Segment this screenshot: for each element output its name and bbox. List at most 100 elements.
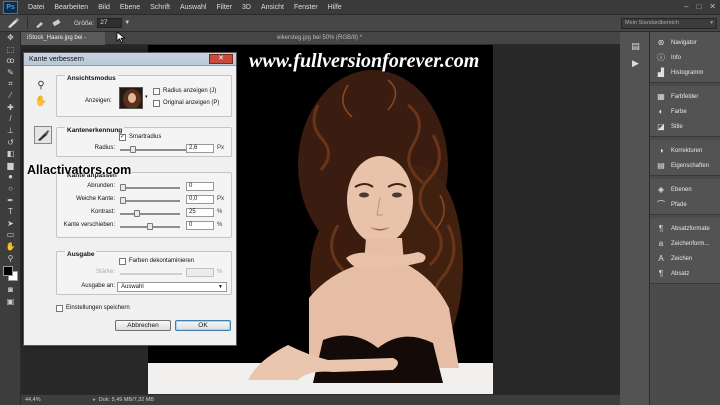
maximize-button[interactable]: □	[696, 2, 701, 11]
menu-bild[interactable]: Bild	[93, 4, 115, 11]
expand-panels-icon[interactable]: ▤	[627, 38, 644, 54]
adjust-row-input[interactable]: 0	[186, 221, 214, 230]
panel-item-character-styles[interactable]: a Zeichenform...	[650, 236, 720, 251]
zoom-tool[interactable]: ⚲	[0, 252, 21, 264]
show-radius-checkbox[interactable]	[153, 88, 160, 95]
panel-item-layers[interactable]: ◈ Ebenen	[650, 182, 720, 197]
menu-fenster[interactable]: Fenster	[289, 4, 323, 11]
lasso-tool[interactable]: ꝏ	[0, 55, 21, 67]
view-thumbnail[interactable]	[119, 87, 143, 109]
zoom-level[interactable]: 44,4%	[25, 397, 55, 403]
paragraph-styles-icon: ¶	[658, 224, 664, 233]
pen-tool[interactable]: ✒	[0, 194, 21, 206]
type-tool[interactable]: T	[0, 206, 21, 218]
minimize-button[interactable]: –	[684, 2, 688, 11]
eyedropper-tool[interactable]: ⁄	[0, 90, 21, 102]
radius-input[interactable]: 2,6	[186, 144, 214, 153]
decontaminate-checkbox[interactable]	[119, 258, 126, 265]
brush-tool[interactable]: /	[0, 113, 21, 125]
adjust-row-slider[interactable]	[120, 197, 180, 204]
panel-item-swatches[interactable]: ▦ Farbfelder	[650, 89, 720, 104]
panel-item-character[interactable]: A Zeichen	[650, 251, 720, 266]
menu-filter[interactable]: Filter	[211, 4, 237, 11]
move-tool[interactable]: ✥	[0, 32, 21, 44]
show-original-checkbox[interactable]	[153, 100, 160, 107]
panel-item-adjustments[interactable]: ◑ Korrekturen	[650, 143, 720, 158]
chevron-down-icon: ▾	[710, 20, 713, 26]
dialog-close-button[interactable]: ✕	[209, 54, 233, 64]
panel-item-label: Farbe	[671, 108, 687, 115]
brush-preset-icon[interactable]	[3, 17, 23, 30]
marquee-tool[interactable]: ⬚	[0, 44, 21, 56]
cancel-button[interactable]: Abbrechen	[115, 320, 171, 331]
hand-tool[interactable]: ✋	[0, 241, 21, 253]
adjust-row-input[interactable]: 25	[186, 208, 214, 217]
adjust-row-slider[interactable]	[120, 210, 180, 217]
eraser-brush-icon[interactable]	[50, 17, 62, 29]
output-to-select[interactable]: Auswahl ▼	[117, 282, 227, 292]
slider-knob[interactable]	[129, 146, 136, 153]
chevron-down-icon[interactable]: ▼	[124, 20, 130, 26]
quick-select-tool[interactable]: ✎	[0, 67, 21, 79]
menu-ansicht[interactable]: Ansicht	[256, 4, 289, 11]
adjust-row-slider[interactable]	[120, 223, 180, 230]
remember-settings-checkbox[interactable]	[56, 305, 63, 312]
view-mode-section: Ansichtsmodus Anzeigen: ▾ Radius anzeige…	[56, 75, 232, 117]
panel-item-info[interactable]: ⓘ Info	[650, 50, 720, 65]
strength-unit: %	[217, 269, 223, 275]
ok-button[interactable]: OK	[175, 320, 231, 331]
menu-schrift[interactable]: Schrift	[145, 4, 175, 11]
menu-datei[interactable]: Datei	[23, 4, 49, 11]
workspace-label: Mein Standardbereich	[625, 20, 679, 26]
close-window-button[interactable]: ✕	[709, 2, 716, 11]
edge-detection-heading: Kantenerkennung	[65, 127, 125, 134]
zoom-icon[interactable]: ⚲	[34, 78, 48, 92]
add-brush-icon[interactable]	[34, 17, 46, 29]
status-arrow-icon[interactable]: ▸	[93, 397, 96, 403]
panel-item-histogram[interactable]: ▟ Histogramm	[650, 65, 720, 80]
eraser-tool[interactable]: ◧	[0, 148, 21, 160]
panel-item-paths[interactable]: ⌒ Pfade	[650, 197, 720, 212]
size-input[interactable]: 27	[97, 18, 123, 28]
chevron-down-icon[interactable]: ▾	[145, 94, 148, 100]
crop-tool[interactable]: ⌗	[0, 78, 21, 90]
stamp-tool[interactable]: ⊥	[0, 125, 21, 137]
adjust-row-input[interactable]: 0,0	[186, 195, 214, 204]
panel-item-paragraph-styles[interactable]: ¶ Absatzformate	[650, 221, 720, 236]
menu-3d[interactable]: 3D	[237, 4, 256, 11]
adjust-row-input[interactable]: 0	[186, 182, 214, 191]
play-action-icon[interactable]: ▶	[627, 55, 644, 71]
tab-istock-haare[interactable]: iStock_Haare.jpg bei -	[21, 32, 105, 45]
menu-auswahl[interactable]: Auswahl	[175, 4, 211, 11]
menu-ebene[interactable]: Ebene	[115, 4, 145, 11]
slider-knob[interactable]	[133, 210, 140, 217]
blur-tool[interactable]: ●	[0, 171, 21, 183]
tab-steg[interactable]: eikersteg.jpg bei 50% (RGB/8) *	[271, 32, 431, 45]
menu-hilfe[interactable]: Hilfe	[323, 4, 347, 11]
panel-item-navigator[interactable]: ⊛ Navigator	[650, 35, 720, 50]
history-brush-tool[interactable]: ↺	[0, 136, 21, 148]
path-select-tool[interactable]: ➤	[0, 218, 21, 230]
panel-item-color[interactable]: ◐ Farbe	[650, 104, 720, 119]
panel-item-styles[interactable]: ◪ Stile	[650, 119, 720, 134]
adjust-row-slider[interactable]	[120, 184, 180, 191]
quickmask-tool[interactable]: ◙	[0, 284, 21, 296]
smart-radius-checkbox[interactable]: ✓	[119, 134, 126, 141]
gradient-tool[interactable]: ▆	[0, 160, 21, 172]
panel-item-properties[interactable]: ▤ Eigenschaften	[650, 158, 720, 173]
dodge-tool[interactable]: ○	[0, 183, 21, 195]
refine-radius-brush-icon[interactable]	[34, 126, 52, 144]
styles-icon: ◪	[657, 122, 665, 131]
slider-knob[interactable]	[120, 197, 126, 204]
slider-knob[interactable]	[147, 223, 153, 230]
document-info: Dok: 5,49 MB/7,32 MB	[98, 397, 155, 403]
panel-item-paragraph[interactable]: ¶ Absatz	[650, 266, 720, 281]
slider-knob[interactable]	[120, 184, 126, 191]
foreground-color-swatch[interactable]	[3, 265, 13, 276]
hand-icon[interactable]: ✋	[34, 94, 48, 108]
screen-mode-tool[interactable]: ▣	[0, 295, 21, 307]
shape-tool[interactable]: ▭	[0, 229, 21, 241]
workspace-select[interactable]: Mein Standardbereich ▾	[621, 18, 717, 29]
healing-tool[interactable]: ✚	[0, 102, 21, 114]
menu-bearbeiten[interactable]: Bearbeiten	[49, 4, 93, 11]
